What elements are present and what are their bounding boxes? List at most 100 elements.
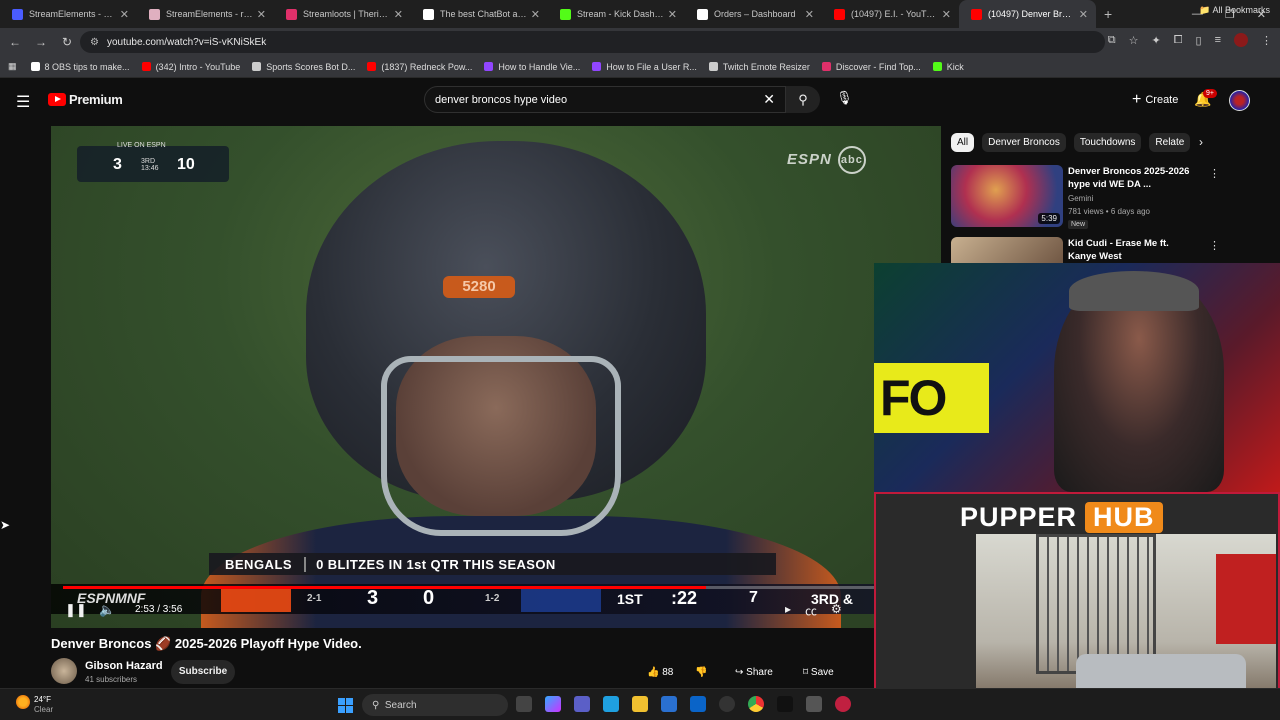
file-explorer-icon[interactable] <box>632 696 648 712</box>
bookmark-item[interactable]: (342) Intro - YouTube <box>141 62 240 72</box>
channel-name[interactable]: Gibson Hazard <box>85 660 163 672</box>
hamburger-menu-icon[interactable]: ☰ <box>16 92 30 112</box>
chevron-right-icon[interactable]: › <box>1199 135 1203 149</box>
bookmark-item[interactable]: How to Handle Vie... <box>484 62 580 72</box>
brand-b: HUB <box>1085 502 1163 533</box>
teams-icon[interactable] <box>574 696 590 712</box>
browser-tab[interactable]: (10497) E.I. - YouTube ✕ <box>822 0 959 28</box>
app-icon[interactable] <box>806 696 822 712</box>
close-tab-icon[interactable]: ✕ <box>1079 8 1088 21</box>
new-tab-icon[interactable]: + <box>1104 6 1112 22</box>
settings-gear-icon[interactable]: ⚙ <box>831 602 842 619</box>
browser-tab[interactable]: The best ChatBot and W ✕ <box>411 0 548 28</box>
youtube-logo[interactable]: Premium <box>48 92 123 107</box>
rec-thumbnail[interactable]: 5:39 <box>951 165 1063 227</box>
bookmark-item[interactable]: 8 OBS tips to make... <box>30 62 130 72</box>
tab-title: StreamElements - Overlay <box>29 9 116 19</box>
rec-channel[interactable]: Gemini <box>1068 194 1093 203</box>
close-tab-icon[interactable]: ✕ <box>531 8 540 21</box>
store-icon[interactable] <box>661 696 677 712</box>
url-field[interactable]: ⚙ youtube.com/watch?v=iS-vKNiSkEk <box>80 31 1105 53</box>
close-tab-icon[interactable]: ✕ <box>257 8 266 21</box>
close-tab-icon[interactable]: ✕ <box>668 8 677 21</box>
more-options-icon[interactable]: ⋮ <box>1209 167 1220 180</box>
outlook-icon[interactable] <box>690 696 706 712</box>
back-icon[interactable]: ← <box>4 35 26 49</box>
like-button[interactable]: 👍 88 <box>647 660 673 684</box>
all-bookmarks[interactable]: 📁 All Bookmarks <box>1199 5 1270 16</box>
media-icon[interactable]: ≡ <box>1215 34 1221 46</box>
more-options-icon[interactable]: ⋮ <box>1209 239 1220 252</box>
forward-icon[interactable]: → <box>30 35 52 49</box>
browser-tab[interactable]: Stream - Kick Dashboard ✕ <box>548 0 685 28</box>
extension-icon[interactable]: ✦ <box>1151 34 1160 47</box>
reload-icon[interactable]: ↻ <box>56 35 78 49</box>
browser-menu-icon[interactable]: ⋮ <box>1261 34 1272 47</box>
clear-search-icon[interactable]: ✕ <box>763 91 775 108</box>
filter-chip[interactable]: Denver Broncos <box>982 132 1066 152</box>
filter-chip[interactable]: Touchdowns <box>1073 132 1142 152</box>
copilot-icon[interactable] <box>545 696 561 712</box>
mic-icon[interactable]: 🎙 <box>836 90 853 106</box>
share-button[interactable]: ↪ Share <box>735 660 773 684</box>
profile-avatar[interactable] <box>1234 33 1248 47</box>
volume-icon[interactable]: 🔈 <box>99 602 115 618</box>
rec-duration: 5:39 <box>1038 213 1060 224</box>
streamer-app-icon[interactable] <box>835 696 851 712</box>
weather-condition: Clear <box>34 705 54 714</box>
close-tab-icon[interactable]: ✕ <box>120 8 129 21</box>
captions-icon[interactable]: ㏄ <box>805 602 817 619</box>
channel-avatar[interactable] <box>51 658 77 684</box>
browser-tab[interactable]: Orders – Dashboard ✕ <box>685 0 822 28</box>
site-info-icon[interactable]: ⚙ <box>90 37 99 48</box>
bookmark-item[interactable]: Sports Scores Bot D... <box>252 62 355 72</box>
rec-new-badge: New <box>1068 220 1089 229</box>
subscribe-button[interactable]: Subscribe <box>171 660 235 684</box>
edge-icon[interactable] <box>603 696 619 712</box>
search-button[interactable]: ⚲ <box>786 86 820 113</box>
pause-icon[interactable]: ❚❚ <box>65 602 87 618</box>
bookmark-item[interactable]: Twitch Emote Resizer <box>708 62 810 72</box>
progress-bar[interactable] <box>63 586 929 589</box>
windows-start-icon[interactable] <box>338 698 353 713</box>
video-title: Denver Broncos 🏈 2025-2026 Playoff Hype … <box>51 636 362 651</box>
video-player[interactable]: 5280 LIVE ON ESPN 3 3RD 13:46 10 ESPN abc … <box>51 126 941 628</box>
bookmark-item[interactable]: Kick <box>932 62 964 72</box>
puzzle-icon[interactable]: ⧠ <box>1174 34 1183 47</box>
account-avatar[interactable] <box>1229 90 1250 111</box>
close-tab-icon[interactable]: ✕ <box>805 8 814 21</box>
chrome-icon[interactable] <box>748 696 764 712</box>
obs-icon[interactable] <box>719 696 735 712</box>
install-icon[interactable]: ⧉ <box>1108 34 1116 47</box>
filter-chip[interactable]: All <box>951 132 975 152</box>
rec-title[interactable]: Denver Broncos 2025-2026 hype vid WE DA … <box>1068 165 1198 191</box>
terminal-icon[interactable] <box>777 696 793 712</box>
search-input[interactable]: denver broncos hype video ✕ <box>424 86 786 113</box>
bookmark-item[interactable]: (1837) Redneck Pow... <box>367 62 472 72</box>
red-box <box>1216 554 1276 644</box>
taskbar-search[interactable]: ⚲ Search <box>362 694 508 716</box>
create-button[interactable]: + Create <box>1122 88 1188 112</box>
filter-chip[interactable]: Relate <box>1149 132 1191 152</box>
dog-cage <box>1036 534 1156 674</box>
browser-tab[interactable]: Streamloots | Therippedr ✕ <box>274 0 411 28</box>
recommendation-item[interactable]: 5:39 Denver Broncos 2025-2026 hype vid W… <box>951 165 1231 229</box>
close-tab-icon[interactable]: ✕ <box>394 8 403 21</box>
subscriber-count: 41 subscribers <box>85 675 138 684</box>
bookmark-label: Sports Scores Bot D... <box>266 61 356 72</box>
bookmark-item[interactable]: Discover - Find Top... <box>821 62 921 72</box>
autoplay-icon[interactable]: ▸ <box>785 602 791 619</box>
browser-tab[interactable]: StreamElements - ripped ✕ <box>137 0 274 28</box>
save-button[interactable]: ⌑ Save <box>803 660 834 684</box>
taskview-icon[interactable] <box>516 696 532 712</box>
toolbar-actions: ⧉ ☆ ✦ ⧠ ▯ ≡ ⋮ <box>1108 33 1272 47</box>
bookmark-star-icon[interactable]: ☆ <box>1129 34 1139 47</box>
rec-title[interactable]: Kid Cudi - Erase Me ft. Kanye West <box>1068 237 1198 263</box>
close-tab-icon[interactable]: ✕ <box>942 8 951 21</box>
browser-tab[interactable]: (10497) Denver Bronc ✕ <box>959 0 1096 28</box>
dislike-button[interactable]: 👎 <box>695 660 707 684</box>
apps-icon[interactable]: ▦ <box>8 61 17 72</box>
sidepanel-icon[interactable]: ▯ <box>1196 34 1202 47</box>
browser-tab[interactable]: StreamElements - Overlay ✕ <box>0 0 137 28</box>
bookmark-item[interactable]: How to File a User R... <box>592 62 697 72</box>
